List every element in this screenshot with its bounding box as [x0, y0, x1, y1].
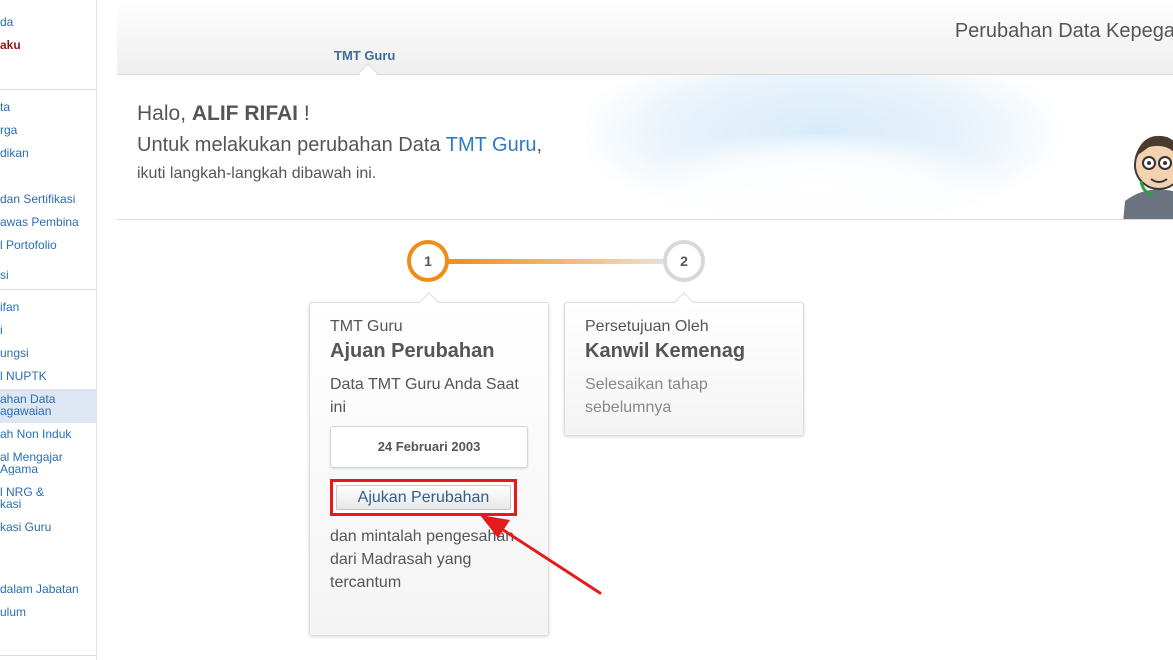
sidebar-divider: [0, 655, 96, 656]
sidebar-item[interactable]: ifan: [0, 301, 96, 314]
sidebar-item[interactable]: awas Pembina: [0, 216, 96, 229]
sidebar-item[interactable]: rga: [0, 124, 96, 137]
sidebar-item[interactable]: l NRG & kasi: [0, 486, 96, 510]
step-1-indicator: 1: [407, 240, 449, 282]
sidebar-item[interactable]: kasi Guru: [0, 521, 96, 534]
step-2-subtitle: Persetujuan Oleh: [585, 318, 709, 335]
sidebar-item[interactable]: dan Sertifikasi: [0, 193, 96, 206]
sidebar: da aku ta rga dikan dan Sertifikasi awas…: [0, 0, 97, 660]
page-title: Perubahan Data Kepega: [954, 20, 1173, 42]
sidebar-item[interactable]: l NUPTK: [0, 370, 96, 383]
sidebar-item[interactable]: al Mengajar Agama: [0, 451, 96, 475]
cloud-background: [637, 135, 997, 219]
greeting-subtext: ikuti langkah-langkah dibawah ini.: [137, 165, 377, 182]
tab-tmt-guru[interactable]: TMT Guru: [334, 48, 395, 63]
greeting-exclaim: !: [298, 102, 310, 125]
step-1-title: Ajuan Perubahan: [330, 340, 495, 362]
sidebar-item[interactable]: dikan: [0, 147, 96, 160]
step-2-description: Selesaikan tahap sebelumnya: [585, 376, 708, 416]
step-2-indicator: 2: [663, 240, 705, 282]
instruction-text: Untuk melakukan perubahan Data: [137, 134, 446, 156]
card-notch: [674, 292, 694, 312]
sidebar-item-current[interactable]: aku: [0, 39, 96, 52]
sidebar-item[interactable]: ulum: [0, 606, 96, 619]
current-tmt-date: 24 Februari 2003: [330, 426, 528, 468]
sidebar-item[interactable]: si: [0, 269, 96, 282]
greeting-banner: Halo, ALIF RIFAI ! Untuk melakukan perub…: [117, 75, 1173, 220]
sidebar-item[interactable]: ta: [0, 101, 96, 114]
step-progress-line: [446, 259, 668, 264]
sidebar-item[interactable]: i: [0, 324, 96, 337]
instruction-suffix: ,: [536, 134, 543, 156]
greeting-hello: Halo, ALIF RIFAI !: [137, 102, 310, 126]
sidebar-item[interactable]: da: [0, 16, 96, 29]
step-2-card: Persetujuan Oleh Kanwil Kemenag Selesaik…: [564, 292, 804, 436]
step-2-title: Kanwil Kemenag: [585, 340, 746, 362]
ajukan-perubahan-button[interactable]: Ajukan Perubahan: [336, 485, 511, 510]
sidebar-item[interactable]: ah Non Induk: [0, 428, 96, 441]
sidebar-item-active[interactable]: ahan Data agawaian: [0, 389, 96, 423]
greeting-instruction: Untuk melakukan perubahan Data TMT Guru,: [137, 134, 542, 157]
sidebar-item[interactable]: ungsi: [0, 347, 96, 360]
step-1-description: Data TMT Guru Anda Saat ini: [330, 376, 519, 416]
sidebar-divider: [0, 89, 96, 90]
sidebar-item[interactable]: dalam Jabatan: [0, 583, 96, 596]
page-header: Perubahan Data Kepega TMT Guru: [117, 0, 1173, 83]
sidebar-divider: [0, 289, 96, 290]
user-name: ALIF RIFAI: [191, 102, 299, 125]
step-1-subtitle: TMT Guru: [330, 318, 403, 335]
card-notch: [419, 292, 439, 312]
sidebar-item[interactable]: l Portofolio: [0, 239, 96, 252]
annotation-arrow-icon: [480, 515, 602, 595]
greeting-hello-text: Halo,: [137, 102, 192, 125]
mascot-avatar-icon: [1123, 136, 1173, 219]
instruction-highlight: TMT Guru: [445, 134, 537, 156]
